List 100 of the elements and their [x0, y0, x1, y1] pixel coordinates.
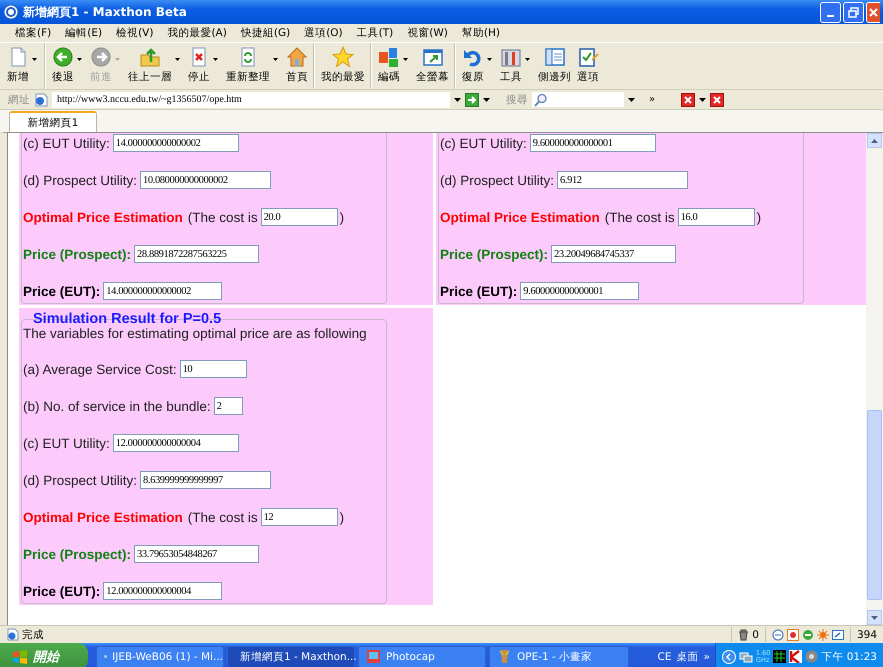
caret-icon[interactable]	[628, 98, 635, 102]
browser-tab[interactable]: 新增網頁1	[9, 111, 97, 132]
photo-app-icon	[366, 649, 381, 664]
clock[interactable]: 下午 01:23	[821, 650, 877, 664]
toolbar-button[interactable]: 停止	[185, 43, 223, 89]
sync-icon[interactable]	[772, 628, 784, 640]
speaker-icon[interactable]	[805, 650, 818, 663]
caret-icon[interactable]	[454, 98, 461, 102]
menu-item[interactable]: 我的最愛(A)	[160, 26, 234, 40]
taskbar-button[interactable]: OPE-1 - 小畫家	[489, 646, 629, 667]
sun-icon[interactable]	[816, 628, 829, 640]
value-field[interactable]: 12.000000000000004	[103, 582, 222, 600]
restore-button[interactable]	[843, 2, 864, 22]
status-text: 完成	[22, 628, 45, 642]
scroll-thumb[interactable]	[867, 410, 882, 600]
value-field[interactable]: 28.8891872287563225	[134, 245, 260, 263]
address-field[interactable]: http://www3.nccu.edu.tw/~g1356507/ope.htm	[52, 92, 450, 108]
toolbar-button[interactable]: 後退	[49, 43, 87, 89]
popup-blocker-icon[interactable]	[786, 628, 799, 640]
caret-icon	[487, 58, 492, 61]
taskbar-button[interactable]: 新增網頁1 - Maxthon...	[227, 646, 355, 667]
field-label: Optimal Price Estimation	[440, 210, 600, 224]
more-button[interactable]: »	[649, 94, 656, 105]
menu-item[interactable]: 視窗(W)	[400, 26, 455, 40]
expand-tray-icon[interactable]	[722, 650, 736, 664]
search-field[interactable]	[532, 92, 624, 107]
value-field[interactable]: 33.79653054848267	[134, 545, 260, 563]
toolbar-button[interactable]: 工具	[497, 43, 535, 89]
grid-icon[interactable]	[773, 650, 786, 663]
menu-item[interactable]: 幫助(H)	[454, 26, 507, 40]
value-field[interactable]: 2	[214, 397, 243, 415]
status-circle-icon[interactable]	[802, 628, 814, 640]
value-field[interactable]: 6.912	[557, 171, 688, 189]
minimize-button[interactable]	[820, 2, 841, 22]
field-label: (b) No. of service in the bundle:	[23, 398, 211, 414]
field-label: Price (EUT):	[23, 284, 100, 298]
value-field[interactable]: 9.600000000000001	[520, 282, 640, 300]
star-icon	[332, 46, 354, 68]
close-button[interactable]	[866, 2, 880, 22]
toolbar-button[interactable]: 選項	[574, 43, 602, 89]
scrollbar[interactable]	[866, 133, 883, 625]
close-icon	[869, 6, 878, 18]
value-field[interactable]: 16.0	[678, 208, 755, 226]
menu-item[interactable]: 檔案(F)	[8, 26, 58, 40]
down-arrow-icon	[871, 616, 878, 620]
more-button[interactable]: »	[703, 650, 710, 662]
menu-item[interactable]: 編輯(E)	[58, 26, 110, 40]
close-all-icon[interactable]	[710, 92, 724, 106]
field-label: Optimal Price Estimation	[23, 510, 183, 524]
minimize-icon	[827, 14, 834, 16]
toolbar-button[interactable]: 往上一層	[125, 43, 185, 89]
menu-item[interactable]: 工具(T)	[350, 26, 400, 40]
field-label: Price (Prospect):	[440, 246, 548, 262]
value-field[interactable]: 23.20049684745337	[551, 245, 676, 263]
value-field[interactable]: 14.000000000000002	[103, 282, 222, 300]
menu-item[interactable]: 快捷組(G)	[234, 26, 298, 40]
value-field[interactable]: 9.600000000000001	[530, 134, 656, 152]
value-field[interactable]: 10.080000000000002	[140, 171, 272, 189]
language-indicator[interactable]: CE	[658, 650, 672, 662]
memory-text: 394	[856, 628, 877, 640]
toolbar-button[interactable]: 復原	[459, 43, 497, 89]
field-note: (The cost is	[604, 210, 675, 224]
caret-icon[interactable]	[483, 98, 490, 102]
search-icon	[534, 92, 548, 106]
paren-text: )	[340, 210, 344, 224]
window-icon[interactable]	[832, 628, 844, 640]
caret-icon	[32, 58, 37, 61]
toolbar-button[interactable]: 首頁	[283, 43, 314, 89]
toolbar-button[interactable]: 我的最愛	[318, 43, 371, 89]
up-arrow-icon	[871, 138, 878, 142]
paren-text: )	[756, 210, 762, 224]
taskbar-button[interactable]: Photocap	[358, 646, 486, 667]
value-field[interactable]: 12.000000000000004	[112, 434, 239, 452]
scroll-up-button[interactable]	[867, 133, 882, 148]
toolbar-button[interactable]: 側邊列	[535, 43, 574, 89]
folder-up-icon	[139, 46, 161, 68]
page-icon	[34, 92, 48, 106]
value-field[interactable]: 10	[180, 360, 247, 378]
menu-item[interactable]: 選項(O)	[297, 26, 350, 40]
desktop-label[interactable]: 桌面	[676, 650, 698, 664]
toolbar-button[interactable]: 編碼	[375, 43, 413, 89]
network-icon[interactable]	[738, 650, 753, 664]
value-field[interactable]: 12	[260, 508, 338, 526]
restore-icon	[848, 6, 859, 18]
toolbar-button[interactable]: 全螢幕	[413, 43, 455, 89]
taskbar-button[interactable]: IJEB-WeB06 (1) - Mi...	[96, 646, 224, 667]
close-tab-icon[interactable]	[681, 92, 696, 106]
value-field[interactable]: 20.0	[260, 208, 338, 226]
field-label: (c) EUT Utility:	[23, 436, 110, 450]
go-button[interactable]	[465, 92, 479, 106]
toolbar-button[interactable]: 新增	[4, 43, 45, 89]
section-title: Simulation Result for P=0.5	[32, 311, 222, 327]
value-field[interactable]: 8.639999999999997	[140, 471, 272, 489]
antivirus-icon[interactable]	[789, 650, 802, 663]
value-field[interactable]: 14.000000000000002	[112, 134, 239, 152]
caret-icon[interactable]	[699, 98, 706, 102]
scroll-down-button[interactable]	[867, 610, 882, 625]
app-logo-icon	[3, 4, 19, 20]
toolbar-button[interactable]: 重新整理	[223, 43, 283, 89]
menu-item[interactable]: 檢視(V)	[109, 26, 160, 40]
